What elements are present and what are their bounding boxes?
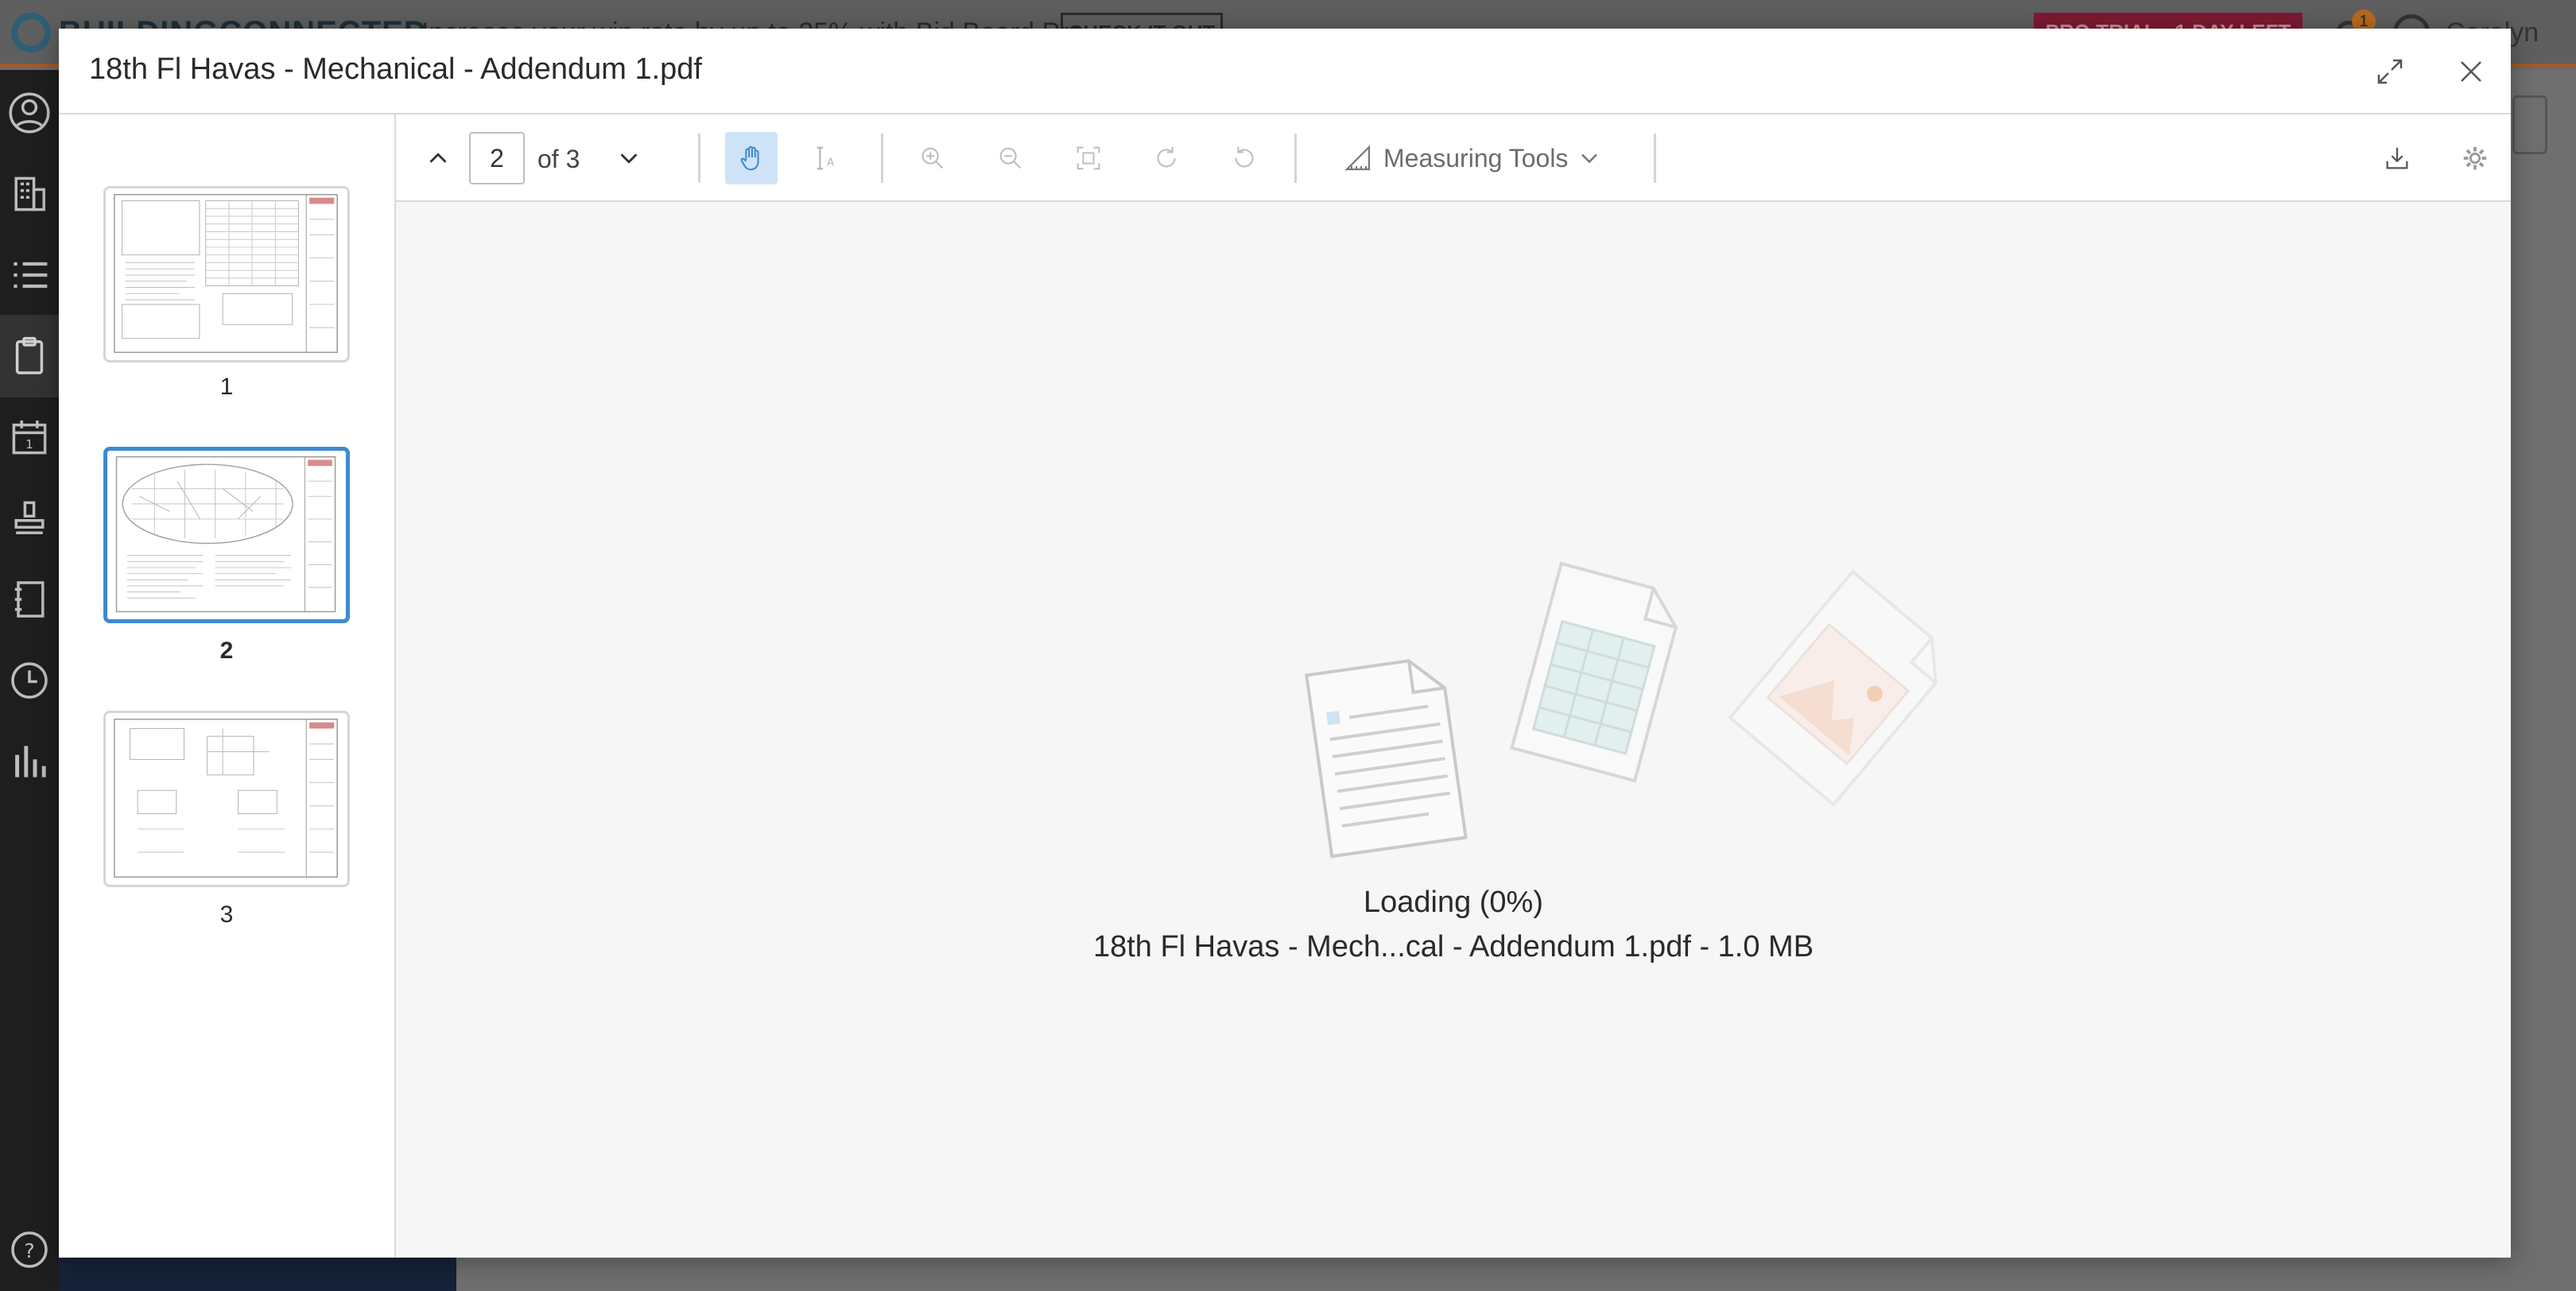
chevron-down-icon — [620, 153, 638, 164]
expand-button[interactable] — [2371, 52, 2409, 91]
page-thumbnail-label-3: 3 — [219, 901, 234, 928]
text-select-icon: A — [817, 146, 834, 170]
zoom-in-icon — [921, 147, 944, 169]
text-select-tool-button[interactable]: A — [800, 132, 852, 184]
page-thumbnail-3[interactable] — [103, 711, 350, 887]
page-2-preview — [115, 456, 336, 613]
page-3-preview — [114, 719, 338, 878]
page-1-preview — [114, 194, 338, 353]
sidebar-item-help[interactable]: ? — [0, 1208, 59, 1291]
download-button[interactable] — [2371, 132, 2423, 184]
download-icon — [2386, 147, 2408, 169]
app-sidebar: 1 ? — [0, 70, 59, 1291]
sidebar-item-contacts[interactable] — [0, 558, 59, 641]
document-viewer-area[interactable]: Loading (0%) 18th Fl Havas - Mech...cal … — [396, 202, 2511, 1258]
help-icon: ? — [11, 1231, 48, 1268]
page-count-label: of 3 — [537, 145, 580, 173]
toolbar-divider — [698, 134, 700, 183]
background-footer — [59, 1256, 456, 1291]
loading-status-text: Loading (0%) — [1363, 886, 1544, 919]
chevron-down-icon — [1581, 153, 1598, 164]
hand-icon — [740, 145, 759, 171]
list-icon — [14, 262, 48, 289]
sidebar-item-bid-board[interactable] — [0, 315, 59, 397]
fit-page-icon — [1077, 146, 1100, 170]
expand-icon — [2377, 59, 2403, 84]
zoom-out-icon — [999, 147, 1022, 169]
svg-text:?: ? — [24, 1239, 34, 1262]
zoom-out-button[interactable] — [984, 132, 1037, 184]
zoom-in-button[interactable] — [906, 132, 959, 184]
page-thumbnail-1[interactable] — [103, 186, 350, 362]
clipboard-icon — [15, 336, 44, 374]
background-panel-edge — [2512, 95, 2547, 154]
modal-title: 18th Fl Havas - Mechanical - Addendum 1.… — [89, 52, 702, 86]
previous-page-button[interactable] — [412, 132, 464, 184]
page-thumbnail-label-2: 2 — [219, 638, 234, 664]
notebook-icon — [14, 581, 45, 618]
gear-icon — [2463, 146, 2487, 170]
rotate-clockwise-icon — [1157, 146, 1176, 168]
stamp-icon — [14, 501, 45, 534]
document-viewer-modal: 18th Fl Havas - Mechanical - Addendum 1.… — [59, 29, 2511, 1258]
sidebar-item-approvals[interactable] — [0, 477, 59, 560]
pan-tool-button[interactable] — [725, 132, 778, 184]
rotate-counterclockwise-icon — [1235, 146, 1254, 168]
viewer-toolbar: of 3 A Measuring Tools — [396, 114, 2511, 202]
svg-text:A: A — [827, 157, 834, 169]
sidebar-item-history[interactable] — [0, 639, 59, 722]
svg-text:1: 1 — [25, 437, 33, 452]
next-page-button[interactable] — [603, 132, 655, 184]
fit-page-button[interactable] — [1062, 132, 1115, 184]
toolbar-divider — [1654, 134, 1656, 183]
sidebar-item-list[interactable] — [0, 234, 59, 316]
logo-icon — [11, 13, 51, 52]
rotate-clockwise-button[interactable] — [1140, 132, 1193, 184]
ruler-triangle-icon — [1344, 145, 1371, 171]
page-thumbnails-panel: 1 2 3 — [59, 114, 396, 1258]
page-thumbnail-label-1: 1 — [219, 374, 234, 400]
sidebar-item-profile[interactable] — [0, 72, 59, 154]
sidebar-item-companies[interactable] — [0, 153, 59, 235]
close-icon — [2461, 61, 2481, 82]
toolbar-divider — [1294, 134, 1297, 183]
toolbar-divider — [881, 134, 883, 183]
clock-icon — [11, 662, 48, 699]
page-number-input[interactable] — [469, 132, 525, 184]
sidebar-item-calendar[interactable]: 1 — [0, 396, 59, 479]
settings-button[interactable] — [2449, 132, 2501, 184]
loading-file-info: 18th Fl Havas - Mech...cal - Addendum 1.… — [1092, 930, 1814, 963]
rotate-counterclockwise-button[interactable] — [1218, 132, 1271, 184]
page-thumbnail-2[interactable] — [103, 447, 350, 623]
chevron-up-icon — [429, 153, 447, 163]
calendar-icon: 1 — [12, 421, 47, 455]
bar-chart-icon — [15, 746, 46, 777]
loading-illustration — [1305, 561, 1938, 859]
measuring-tools-dropdown[interactable]: Measuring Tools — [1342, 132, 1601, 184]
modal-header: 18th Fl Havas - Mechanical - Addendum 1.… — [59, 29, 2511, 114]
building-icon — [14, 176, 45, 211]
sidebar-item-analytics[interactable] — [0, 720, 59, 803]
user-icon — [9, 92, 50, 134]
measuring-tools-label: Measuring Tools — [1383, 143, 1569, 173]
close-button[interactable] — [2452, 52, 2490, 91]
